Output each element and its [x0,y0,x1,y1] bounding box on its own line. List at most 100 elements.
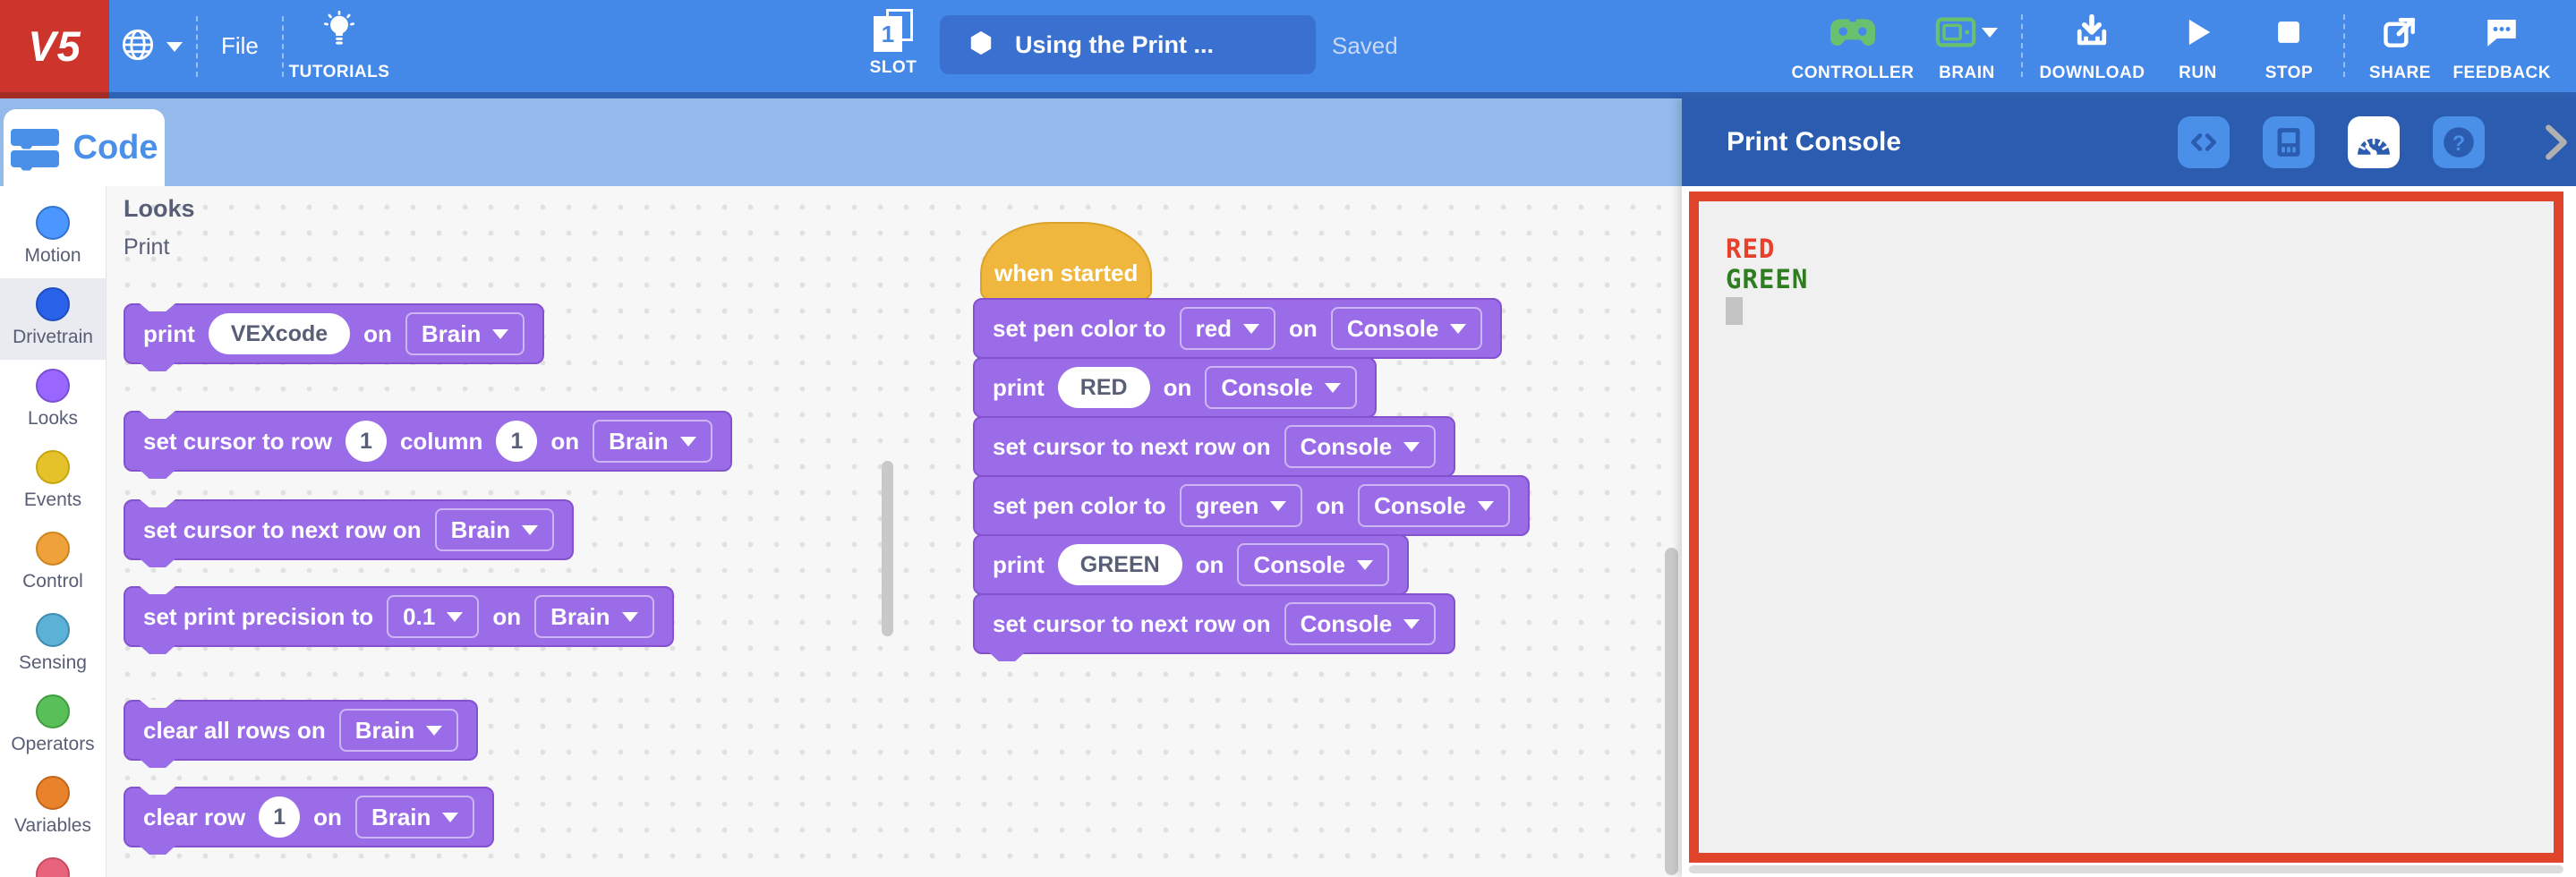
set-pen-color-red-block[interactable]: set pen color toredonConsole [973,298,1502,359]
dropdown-red[interactable]: red [1180,307,1275,350]
console-cursor [1726,297,1743,325]
print-on-brain-block[interactable]: printVEXcodeonBrain [124,303,544,364]
chevron-down-icon [492,329,508,339]
dropdown-value: green [1196,492,1259,520]
text-input[interactable]: GREEN [1058,544,1182,585]
sidebar-item-motion[interactable]: Motion [0,197,106,278]
project-name-button[interactable]: Using the Print ... [940,15,1316,74]
slot-button[interactable]: 1 SLOT [856,9,931,78]
console-horizontal-scrollbar[interactable] [1689,865,2563,873]
when-started-hat-block[interactable]: when started [980,222,1152,300]
sidebar-item-events[interactable]: Events [0,441,106,523]
text-input[interactable]: VEXcode [209,313,350,354]
brain-device-icon [1935,7,1998,57]
help-panel-button[interactable]: ? [2433,116,2485,168]
dropdown-brain[interactable]: Brain [339,709,458,752]
controller-button[interactable]: CONTROLLER [1785,7,1922,89]
block-label: set pen color to [993,492,1166,520]
dropdown-console[interactable]: Console [1358,484,1510,527]
tab-strip: Code [0,98,1682,186]
chevron-down-icon [426,726,442,736]
blocks-workspace[interactable]: Looks Print printVEXcodeonBrainset curso… [107,186,1682,877]
set-cursor-next-row-2-block[interactable]: set cursor to next row onConsole [973,593,1455,654]
block-label: set cursor to row [143,428,332,456]
device-panel: Print Console ? REDGREEN [1682,98,2576,877]
block-label: on [1316,492,1344,520]
dropdown-console[interactable]: Console [1331,307,1483,350]
sidebar-item-drivetrain[interactable]: Drivetrain [0,278,106,360]
motion-category-icon [36,206,70,240]
number-input[interactable]: 1 [259,796,300,838]
tutorials-button[interactable]: TUTORIALS [292,11,387,82]
block-label: on [1196,551,1224,579]
code-panel-button[interactable] [2178,116,2230,168]
clear-all-rows-block[interactable]: clear all rows on Brain [124,700,478,761]
console-output-line: RED [1726,234,2554,264]
dropdown-brain[interactable]: Brain [355,796,474,839]
stop-button[interactable]: STOP [2243,7,2334,89]
set-cursor-next-row-block[interactable]: set cursor to next row onBrain [124,499,574,560]
number-input[interactable]: 1 [496,421,537,462]
item-category-icon [36,857,70,877]
dropdown-console[interactable]: Console [1284,425,1437,468]
brain-screen-panel-button[interactable] [2263,116,2315,168]
dropdown-console[interactable]: Console [1237,543,1389,586]
set-cursor-next-row-1-block[interactable]: set cursor to next row onConsole [973,416,1455,477]
canvas-scrollbar[interactable] [1665,548,1678,875]
code-icon [2186,124,2222,160]
file-menu[interactable]: File [221,0,259,92]
hexagon-icon [967,29,995,62]
panel-header: Print Console ? [1682,98,2576,186]
dropdown-0-1[interactable]: 0.1 [387,595,479,638]
dropdown-brain[interactable]: Brain [435,508,554,551]
chevron-down-icon [442,813,458,822]
vex-v5-logo[interactable]: V5 [0,0,109,92]
dropdown-green[interactable]: green [1180,484,1303,527]
toolbar-bottom-border [0,92,2576,98]
print-console-panel-button[interactable] [2348,116,2400,168]
download-icon [2072,7,2111,57]
sidebar-item-looks[interactable]: Looks [0,360,106,441]
sidebar-item-control[interactable]: Control [0,523,106,604]
category-label: Operators [11,734,94,755]
dropdown-brain[interactable]: Brain [593,420,712,463]
palette-scrollbar[interactable] [882,461,893,636]
clear-row-block[interactable]: clear row1onBrain [124,787,494,847]
brain-button[interactable]: BRAIN [1921,7,2012,89]
run-button[interactable]: RUN [2152,7,2243,89]
dropdown-value: Console [1221,374,1313,402]
sidebar-item-operators[interactable]: Operators [0,685,106,767]
dropdown-brain[interactable]: Brain [405,312,525,355]
brain-label: BRAIN [1939,64,1995,83]
tab-code[interactable]: Code [4,109,165,186]
drivetrain-category-icon [36,287,70,321]
share-button[interactable]: SHARE [2354,7,2445,89]
feedback-button[interactable]: FEEDBACK [2445,7,2558,89]
dropdown-value: Brain [422,320,481,348]
print-red-block[interactable]: printREDonConsole [973,357,1377,418]
download-label: DOWNLOAD [2039,64,2145,83]
text-input[interactable]: RED [1058,367,1150,408]
block-label: on [550,428,579,456]
set-print-precision-block[interactable]: set print precision to0.1onBrain [124,586,674,647]
toolbar-right-group: CONTROLLER BRAIN DOWNLOAD RUNSTOPSHAREFEEDB… [1785,7,2558,89]
download-button[interactable]: DOWNLOAD [2032,7,2152,89]
events-category-icon [36,450,70,484]
block-label: clear all rows on [143,717,326,745]
collapse-panel-chevron-icon[interactable] [2535,119,2576,166]
set-pen-color-green-block[interactable]: set pen color to green on Console [973,475,1530,536]
set-cursor-row-column-block[interactable]: set cursor to row1column1onBrain [124,411,732,472]
dropdown-brain[interactable]: Brain [534,595,653,638]
sidebar-item-variables[interactable]: Variables [0,767,106,848]
lightbulb-icon [319,11,360,56]
block-label: on [1289,315,1318,343]
sidebar-item-sensing[interactable]: Sensing [0,604,106,685]
block-label: print [993,551,1045,579]
number-input[interactable]: 1 [345,421,387,462]
dropdown-console[interactable]: Console [1205,366,1357,409]
print-green-block[interactable]: print GREEN on Console [973,534,1409,595]
sidebar-item-item[interactable] [0,848,106,877]
chevron-down-icon [622,612,638,622]
dropdown-console[interactable]: Console [1284,602,1437,645]
language-menu[interactable] [120,27,183,67]
